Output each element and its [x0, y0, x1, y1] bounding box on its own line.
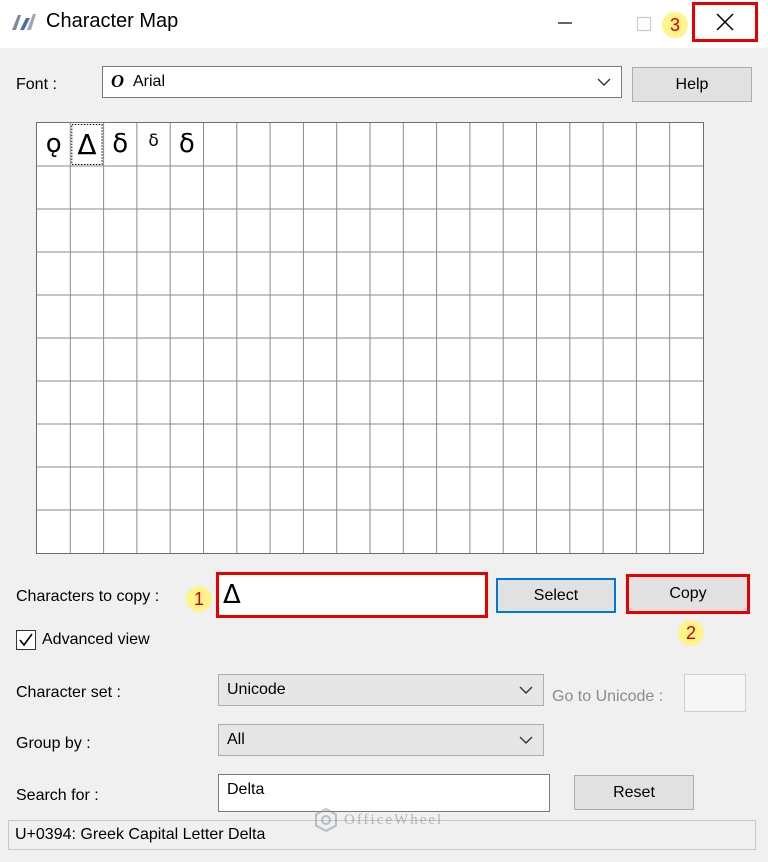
- group-by-value: All: [227, 731, 245, 748]
- checkmark-icon: [19, 633, 33, 647]
- group-by-dropdown[interactable]: All: [218, 724, 544, 756]
- step-2-badge: 2: [678, 620, 704, 646]
- search-value: Delta: [227, 781, 265, 798]
- maximize-button: [630, 10, 658, 38]
- copy-button[interactable]: Copy: [626, 574, 750, 614]
- font-type-icon: O: [111, 71, 124, 91]
- character-set-dropdown[interactable]: Unicode: [218, 674, 544, 706]
- character-set-value: Unicode: [227, 681, 286, 698]
- step-3-badge: 3: [662, 12, 688, 38]
- grid-cell-char[interactable]: δ: [104, 125, 137, 164]
- go-to-unicode-input: [684, 674, 746, 712]
- chevron-down-icon: [519, 686, 533, 694]
- character-grid[interactable]: ǫΔδδδ: [36, 122, 704, 554]
- characters-to-copy-label: Characters to copy :: [16, 588, 160, 605]
- search-input[interactable]: Delta: [218, 774, 550, 812]
- window-title: Character Map: [46, 10, 179, 32]
- watermark: OfficeWheel: [314, 808, 443, 832]
- grid-lines: [37, 123, 703, 553]
- maximize-icon: [636, 16, 652, 32]
- status-text: U+0394: Greek Capital Letter Delta: [15, 826, 266, 843]
- advanced-view-checkbox[interactable]: [16, 630, 36, 650]
- reset-button[interactable]: Reset: [574, 775, 694, 810]
- watermark-text: OfficeWheel: [344, 811, 444, 828]
- font-dropdown[interactable]: O Arial: [102, 66, 622, 98]
- search-for-label: Search for :: [16, 787, 99, 804]
- character-set-label: Character set :: [16, 684, 121, 701]
- select-button[interactable]: Select: [496, 578, 616, 613]
- character-map-app-icon: [10, 12, 38, 32]
- step-1-badge: 1: [186, 586, 212, 612]
- characters-to-copy-input[interactable]: Δ: [216, 572, 488, 618]
- officewheel-logo-icon: [315, 808, 337, 832]
- go-to-unicode-label: Go to Unicode :: [552, 688, 664, 705]
- minimize-icon: [558, 22, 572, 24]
- font-label: Font :: [16, 76, 57, 93]
- grid-cell-char[interactable]: δ: [170, 125, 203, 164]
- close-button[interactable]: [692, 2, 758, 42]
- advanced-view-label: Advanced view: [42, 631, 150, 648]
- chevron-down-icon: [597, 78, 611, 86]
- group-by-label: Group by :: [16, 735, 91, 752]
- grid-cell-char[interactable]: ǫ: [37, 125, 70, 164]
- grid-cell-char[interactable]: δ: [137, 127, 170, 155]
- grid-cell-char[interactable]: Δ: [70, 125, 103, 164]
- close-icon: [716, 13, 734, 31]
- help-button[interactable]: Help: [632, 67, 752, 102]
- characters-to-copy-value: Δ: [223, 580, 241, 610]
- font-value: Arial: [133, 73, 166, 90]
- minimize-button[interactable]: [552, 6, 578, 40]
- chevron-down-icon: [519, 736, 533, 744]
